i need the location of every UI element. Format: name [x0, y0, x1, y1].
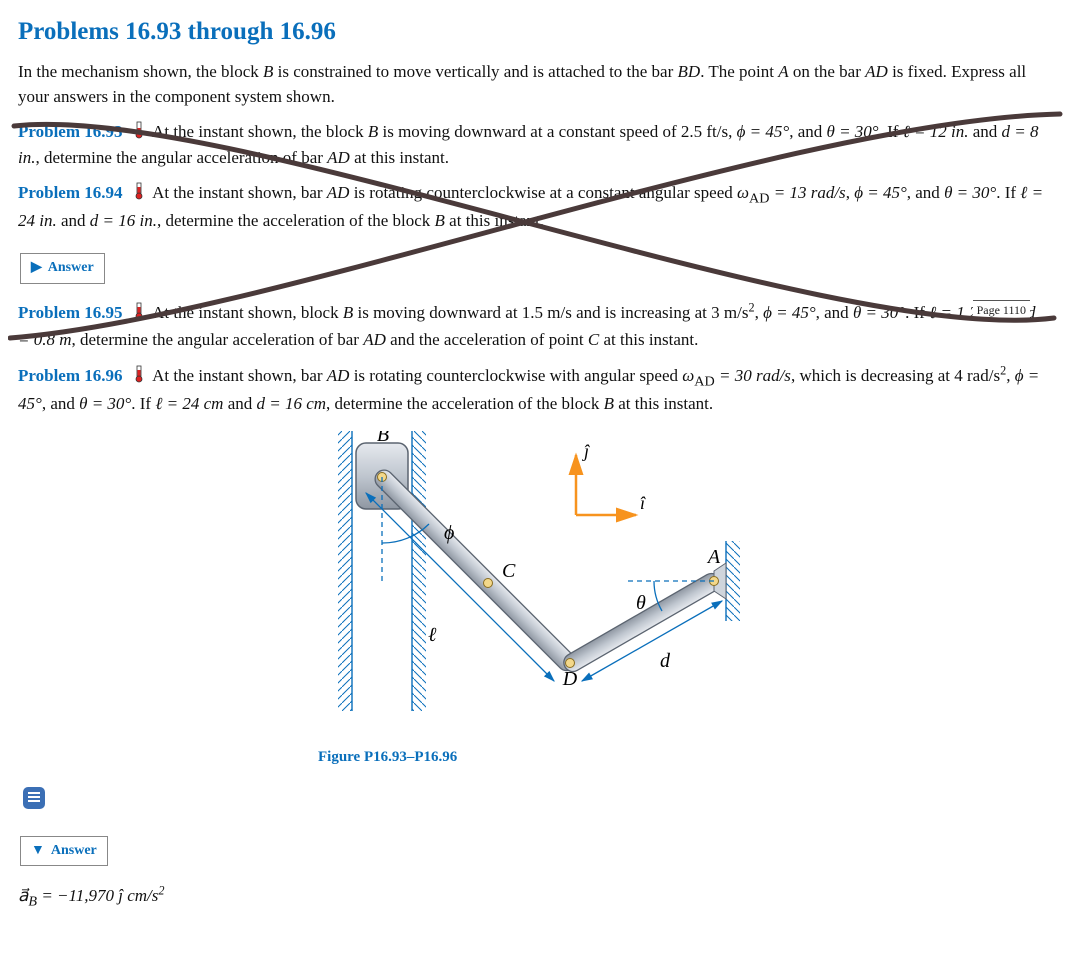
problem-16-93: Problem 16.93 At the instant shown, the …	[18, 120, 1048, 171]
answer-label: Answer	[51, 843, 97, 858]
t: ,	[1006, 366, 1015, 385]
t: . If	[131, 394, 155, 413]
p94-text: At the instant shown, bar AD is rotating…	[18, 183, 1043, 230]
difficulty-icon	[135, 302, 143, 328]
label-jhat: ĵ	[582, 441, 590, 461]
p93-text: At the instant shown, the block B is mov…	[18, 122, 1039, 168]
t: = −11,970 ĵ cm/s	[37, 886, 158, 905]
t: , determine the angular acceleration of …	[72, 330, 699, 349]
t: ,	[755, 303, 764, 322]
t: , determine the acceleration of the bloc…	[326, 394, 713, 413]
t: ,	[846, 183, 855, 202]
t: θ = 30°	[853, 303, 905, 322]
t: , and	[789, 122, 826, 141]
label-A: A	[706, 546, 721, 568]
crossed-out-block: Problem 16.93 At the instant shown, the …	[18, 120, 1048, 353]
mechanism-figure: B C A D ϕ θ ℓ d ĵ î	[318, 431, 758, 731]
t: At the instant shown, bar AD is rotating…	[152, 183, 737, 202]
label-D: D	[562, 668, 578, 690]
problem-16-94: Problem 16.94 At the instant shown, bar …	[18, 181, 1048, 234]
t: B	[28, 893, 37, 909]
t: and	[223, 394, 256, 413]
answer-96-value: a⃗B = −11,970 ĵ cm/s2	[18, 882, 1048, 912]
figure: B C A D ϕ θ ℓ d ĵ î Figure P16.93–P16.96	[318, 431, 1048, 768]
label-ihat: î	[640, 493, 646, 513]
t: ℓ = 24 cm	[155, 394, 223, 413]
t: At the instant shown, block B is moving …	[152, 303, 748, 322]
t: ϕ = 45°	[854, 183, 907, 202]
t: θ = 30°	[79, 394, 131, 413]
t: . If	[879, 122, 903, 141]
t: . If	[996, 183, 1020, 202]
answer-toggle-96[interactable]: ▼ Answer	[20, 836, 108, 866]
figure-caption: Figure P16.93–P16.96	[318, 747, 1048, 769]
problem-label: Problem 16.93	[18, 122, 123, 141]
triangle-down-icon: ▼	[31, 841, 45, 861]
t: , determine the acceleration of the bloc…	[157, 211, 544, 230]
t: 2	[158, 883, 164, 897]
answer-expr: a⃗B = −11,970 ĵ cm/s2	[18, 886, 165, 905]
t: a⃗	[18, 886, 28, 905]
triangle-right-icon: ▶	[31, 258, 42, 278]
t: , determine the angular acceleration of …	[35, 148, 449, 167]
answer-label: Answer	[48, 260, 94, 275]
difficulty-icon	[135, 182, 143, 208]
t: θ = 30°	[826, 122, 878, 141]
t: , and	[42, 394, 79, 413]
label-d: d	[660, 650, 671, 672]
t: , and	[907, 183, 944, 202]
p95-text: At the instant shown, block B is moving …	[18, 303, 1036, 349]
section-title: Problems 16.93 through 16.96	[18, 14, 1048, 50]
intro-text: In the mechanism shown, the block B is c…	[18, 60, 1048, 109]
t: At the instant shown, bar AD is rotating…	[152, 366, 682, 385]
t: , which is decreasing at 4 rad/s	[791, 366, 1000, 385]
difficulty-icon	[135, 121, 143, 147]
t: θ = 30°	[944, 183, 996, 202]
t: is moving downward at a constant speed o…	[378, 122, 736, 141]
label-B: B	[377, 431, 389, 446]
problem-16-96: Problem 16.96 At the instant shown, bar …	[18, 363, 1048, 417]
t: and	[968, 122, 1001, 141]
label-phi: ϕ	[444, 522, 454, 544]
problem-label: Problem 16.95	[18, 303, 123, 322]
problem-label: Problem 16.94	[18, 183, 123, 202]
difficulty-icon	[135, 365, 143, 391]
label-theta: θ	[636, 592, 646, 614]
t: d = 16 cm	[256, 394, 326, 413]
label-ell: ℓ	[428, 624, 437, 646]
page-badge: Page 1110	[973, 300, 1030, 321]
t: At the instant shown, the block	[152, 122, 368, 141]
t: ℓ = 12 in.	[903, 122, 969, 141]
answer-toggle-94[interactable]: ▶ Answer	[20, 253, 105, 283]
t: . If	[905, 303, 929, 322]
intro-text-content: In the mechanism shown, the block B is c…	[18, 62, 1026, 106]
t: and	[57, 211, 90, 230]
t: d = 16 in.	[90, 211, 157, 230]
t: ϕ = 45°	[763, 303, 816, 322]
t: , and	[816, 303, 853, 322]
p96-text: At the instant shown, bar AD is rotating…	[18, 366, 1039, 413]
problem-label: Problem 16.96	[18, 366, 123, 385]
problem-16-95: Page 1110 Problem 16.95 At the instant s…	[18, 300, 1048, 353]
t: ϕ = 45°	[737, 122, 790, 141]
notes-icon[interactable]	[20, 784, 48, 820]
label-C: C	[502, 560, 516, 582]
